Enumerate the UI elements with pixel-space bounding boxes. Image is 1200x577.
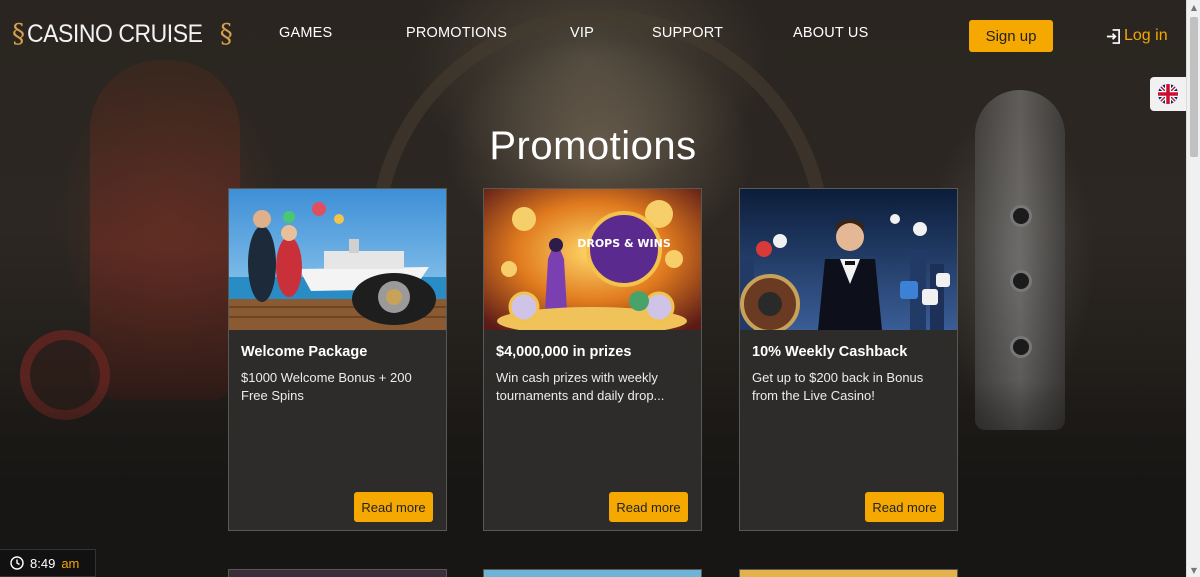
page-title: Promotions (489, 124, 697, 168)
clock-time: 8:49 (30, 555, 56, 571)
promo-description: $1000 Welcome Bonus + 200 Free Spins (241, 370, 412, 403)
promo-card-cashback: 10% Weekly Cashback Get up to $200 back … (739, 188, 958, 531)
promo-card-drops-wins: DROPS & WINS $4,000,000 in prizes Win ca… (483, 188, 702, 531)
scroll-up-arrow-icon[interactable]: ▲ (1187, 0, 1200, 14)
scroll-thumb[interactable] (1190, 17, 1198, 157)
logo-text: CASINO CRUISE (27, 19, 203, 48)
signup-button[interactable]: Sign up (969, 20, 1053, 52)
promo-card-peek (739, 569, 958, 577)
login-icon (1106, 28, 1120, 44)
read-more-button[interactable]: Read more (609, 492, 688, 522)
language-selector[interactable] (1150, 77, 1186, 111)
clock-widget: 8:49 am (0, 549, 96, 577)
site-header: § CASINO CRUISE § GAMES PROMOTIONS VIP S… (0, 0, 1185, 72)
background-hostess (90, 60, 240, 400)
login-label: Log in (1124, 27, 1168, 44)
logo-swirl-right: § (219, 19, 233, 49)
nav-support[interactable]: SUPPORT (652, 25, 723, 41)
promo-image-cashback[interactable] (740, 189, 957, 330)
page-scrollbar[interactable]: ▲ ▼ (1186, 0, 1200, 577)
nav-about-us[interactable]: ABOUT US (793, 25, 868, 41)
login-button[interactable]: Log in (1106, 25, 1168, 47)
clock-icon (10, 556, 24, 570)
rocket-window (1010, 205, 1032, 227)
promo-description: Win cash prizes with weekly tournaments … (496, 370, 665, 403)
read-more-button[interactable]: Read more (354, 492, 433, 522)
read-more-button[interactable]: Read more (865, 492, 944, 522)
promo-title: $4,000,000 in prizes (496, 344, 632, 360)
promo-card-peek (228, 569, 447, 577)
drops-wins-logo: DROPS & WINS (577, 237, 671, 250)
rocket-window (1010, 270, 1032, 292)
promo-card-welcome: Welcome Package $1000 Welcome Bonus + 20… (228, 188, 447, 531)
scroll-down-arrow-icon[interactable]: ▼ (1187, 563, 1200, 577)
nav-vip[interactable]: VIP (570, 25, 594, 41)
promo-image-drops-wins[interactable]: DROPS & WINS (484, 189, 701, 330)
clock-ampm: am (61, 555, 80, 571)
promo-image-welcome[interactable] (229, 189, 446, 330)
casino-cruise-logo[interactable]: § CASINO CRUISE § (12, 17, 233, 51)
nav-games[interactable]: GAMES (279, 25, 332, 41)
promo-title: 10% Weekly Cashback (752, 344, 908, 360)
promo-card-peek (483, 569, 702, 577)
logo-swirl-left: § (12, 19, 25, 49)
uk-flag-icon (1158, 84, 1178, 104)
promo-description: Get up to $200 back in Bonus from the Li… (752, 370, 924, 403)
promo-title: Welcome Package (241, 344, 368, 360)
rocket-window (1010, 336, 1032, 358)
nav-promotions[interactable]: PROMOTIONS (406, 25, 507, 41)
